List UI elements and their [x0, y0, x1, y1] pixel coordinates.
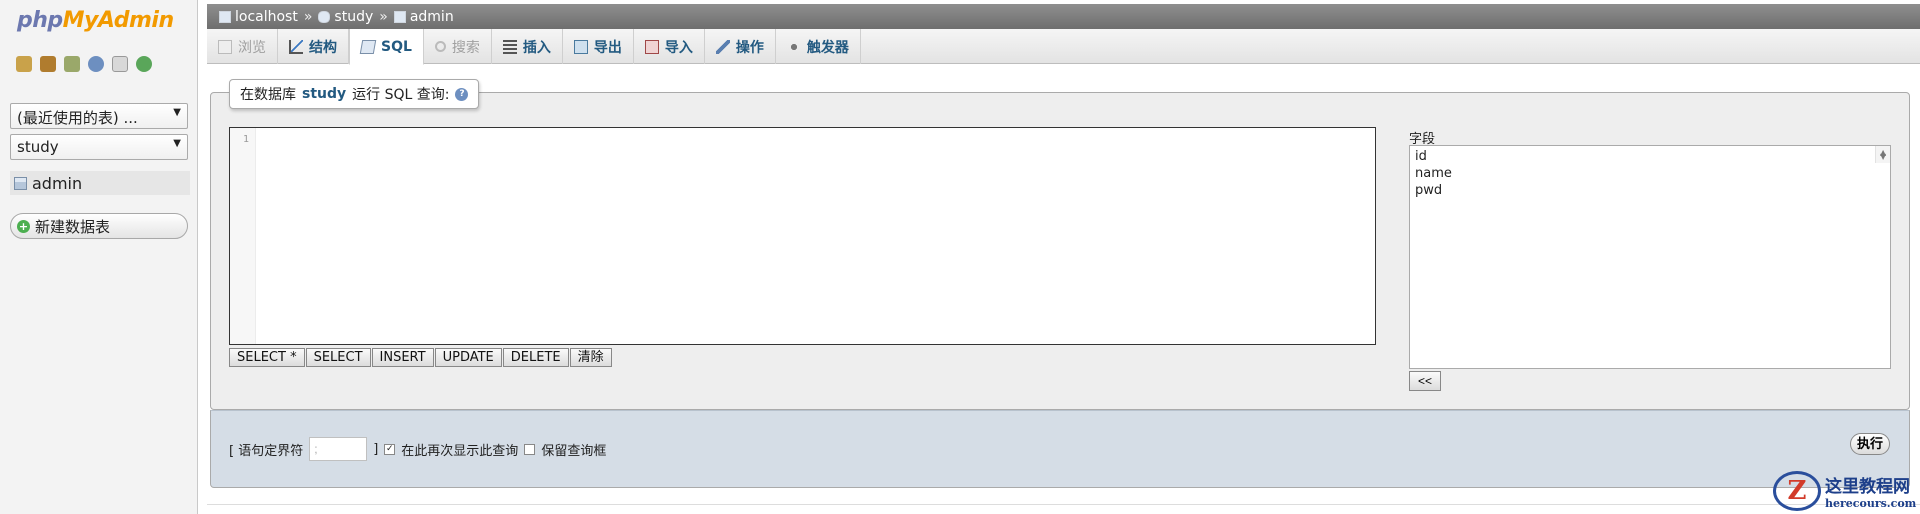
recent-tables-dropdown[interactable]: (最近使用的表) ... ▼: [10, 103, 188, 129]
fields-listbox[interactable]: id name pwd ▲ ▼: [1409, 145, 1891, 369]
watermark-url: herecours.com: [1825, 497, 1917, 510]
tab-operations[interactable]: 操作: [705, 29, 776, 64]
delimiter-input[interactable]: [309, 437, 368, 461]
help-icon[interactable]: ?: [455, 87, 469, 101]
field-option[interactable]: name: [1415, 166, 1885, 183]
tab-label: 导入: [664, 39, 693, 56]
divider: [207, 504, 1920, 505]
show-query-again-label: 在此再次显示此查询: [401, 443, 519, 459]
table-icon: [393, 10, 406, 23]
plus-icon: +: [17, 219, 30, 233]
import-icon: [644, 39, 659, 54]
search-icon: [434, 41, 446, 52]
database-dropdown[interactable]: study ▼: [10, 134, 188, 160]
tab-label: 搜索: [451, 39, 480, 56]
go-button[interactable]: 执行: [1850, 433, 1890, 455]
tab-import[interactable]: 导入: [634, 29, 705, 64]
breadcrumb-table[interactable]: admin: [410, 9, 454, 25]
clear-button[interactable]: 清除: [569, 348, 612, 367]
tab-label: SQL: [381, 38, 412, 55]
sql-icon: [359, 39, 377, 54]
server-icon: [219, 10, 231, 23]
breadcrumb: localhost » study » admin: [207, 4, 1920, 29]
breadcrumb-separator: »: [303, 8, 313, 25]
tab-label: 插入: [522, 39, 551, 56]
wrench-icon: [715, 39, 730, 54]
breadcrumb-separator: »: [379, 8, 388, 25]
new-table-button[interactable]: + 新建数据表: [10, 213, 188, 239]
new-table-label: 新建数据表: [35, 217, 111, 236]
sql-editor[interactable]: 1: [229, 127, 1376, 345]
dropdown-arrow-icon: ▼: [173, 107, 181, 118]
logo-php: php: [17, 8, 63, 33]
delimiter-row: [ 语句定界符 ] ✓ 在此再次显示此查询 保留查询框: [229, 437, 606, 461]
watermark-title: 这里教程网: [1825, 477, 1910, 497]
tab-bar: 浏览 结构 SQL 搜索 插入 导出 导入 操作 触发器: [207, 29, 1920, 65]
tab-browse[interactable]: 浏览: [207, 29, 278, 64]
logo-myadmin: MyAdmin: [62, 8, 174, 33]
retain-query-box-label: 保留查询框: [541, 443, 607, 459]
browse-icon: [218, 39, 232, 54]
sql-template-buttons: SELECT * SELECT INSERT UPDATE DELETE 清除: [229, 348, 613, 367]
line-number-gutter: 1: [230, 128, 256, 344]
phpmyadmin-logo[interactable]: phpMyAdmin: [17, 8, 174, 33]
delete-button[interactable]: DELETE: [502, 348, 569, 367]
insert-field-button[interactable]: <<: [1409, 371, 1441, 391]
tab-search[interactable]: 搜索: [424, 29, 492, 64]
navigation-panel: phpMyAdmin (最近使用的表) ... ▼ study ▼ admin …: [0, 0, 198, 514]
legend-suffix: 运行 SQL 查询:: [352, 87, 450, 103]
home-icon[interactable]: [16, 56, 32, 72]
breadcrumb-server[interactable]: localhost: [235, 9, 298, 25]
select-button[interactable]: SELECT: [305, 348, 371, 367]
tab-label: 结构: [309, 39, 337, 56]
watermark: Z 这里教程网 herecours.com: [1773, 471, 1916, 511]
tab-label: 触发器: [806, 39, 849, 56]
fields-scrollbar[interactable]: ▲ ▼: [1875, 146, 1890, 163]
sql-query-textarea[interactable]: [257, 128, 1375, 344]
delimiter-label: [ 语句定界符: [229, 443, 304, 459]
recent-tables-value: (最近使用的表) ...: [17, 109, 138, 127]
table-icon: [14, 176, 27, 190]
nav-icon-bar: [16, 56, 152, 72]
breadcrumb-database[interactable]: study: [334, 9, 373, 25]
insert-button[interactable]: INSERT: [371, 348, 434, 367]
tab-triggers[interactable]: 触发器: [776, 29, 861, 64]
query-window-icon[interactable]: [64, 56, 80, 72]
tab-label: 导出: [593, 39, 622, 56]
tab-export[interactable]: 导出: [563, 29, 634, 64]
legend-prefix: 在数据库: [240, 87, 296, 103]
help-icon[interactable]: [112, 56, 128, 72]
watermark-text: 这里教程网 herecours.com: [1825, 472, 1916, 510]
tab-label: 浏览: [238, 39, 266, 56]
select-all-button[interactable]: SELECT *: [229, 348, 305, 367]
insert-icon: [502, 39, 517, 54]
tab-structure[interactable]: 结构: [278, 29, 349, 64]
delimiter-label-close: ]: [373, 441, 379, 457]
tab-sql[interactable]: SQL: [349, 29, 424, 65]
watermark-logo-icon: Z: [1773, 471, 1821, 511]
update-button[interactable]: UPDATE: [434, 348, 502, 367]
legend-database: study: [302, 86, 347, 102]
database-icon: [318, 10, 331, 23]
sql-query-legend: 在数据库 study 运行 SQL 查询: ?: [229, 79, 480, 109]
docs-icon[interactable]: [88, 56, 104, 72]
nav-table-item[interactable]: admin: [10, 171, 190, 195]
export-icon: [573, 39, 588, 54]
show-query-again-checkbox[interactable]: ✓: [384, 443, 396, 455]
scroll-down-icon[interactable]: ▼: [1880, 152, 1886, 161]
tab-insert[interactable]: 插入: [492, 29, 563, 64]
dropdown-arrow-icon: ▼: [173, 138, 181, 149]
triggers-icon: [786, 39, 801, 54]
logout-icon[interactable]: [40, 56, 56, 72]
reload-icon[interactable]: [136, 56, 152, 72]
structure-icon: [289, 39, 303, 54]
tab-label: 操作: [735, 39, 764, 56]
database-value: study: [17, 138, 59, 156]
field-option[interactable]: pwd: [1415, 183, 1885, 200]
field-option[interactable]: id: [1415, 149, 1885, 166]
nav-table-label: admin: [32, 173, 83, 193]
retain-query-box-checkbox[interactable]: [524, 443, 536, 455]
